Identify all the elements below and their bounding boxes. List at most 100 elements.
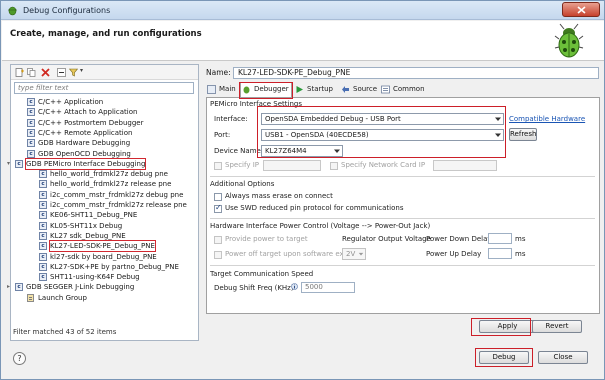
tree-item[interactable]: c kl27-sdk by board_Debug_PNE	[11, 252, 196, 262]
c-config-icon: c	[39, 231, 47, 240]
expand-arrow-icon[interactable]: ▾	[7, 159, 13, 167]
c-config-icon: c	[39, 262, 47, 271]
tree-item[interactable]: c C/C++ Attach to Application	[11, 107, 196, 117]
close-button[interactable]: Close	[538, 351, 588, 364]
collapse-arrow-icon[interactable]: ▸	[7, 282, 13, 290]
c-config-icon: c	[15, 283, 23, 292]
communication-speed-heading: Target Communication Speed	[210, 270, 314, 278]
voltage-select[interactable]: 2V	[342, 248, 366, 260]
c-config-icon: c	[39, 221, 47, 230]
tree-item-label: C/C++ Remote Application	[38, 128, 133, 137]
name-input[interactable]: KL27-LED-SDK-PE_Debug_PNE	[233, 67, 599, 79]
device-name-label: Device Name	[214, 147, 261, 155]
tree-item[interactable]: c C/C++ Postmortem Debugger	[11, 118, 196, 128]
tree-item[interactable]: c KL05-SHT11x Debug	[11, 221, 196, 231]
tree-item-label: C/C++ Application	[38, 98, 104, 106]
filter-status: Filter matched 43 of 52 items	[13, 328, 117, 336]
tree-item[interactable]: c i2c_comm_mstr_frdmkl27z debug pne	[11, 190, 196, 200]
name-label: Name:	[206, 68, 231, 77]
new-config-icon[interactable]	[15, 68, 24, 77]
regulator-voltage-label: Regulator Output Voltage	[342, 235, 431, 243]
specify-ip-checkbox[interactable]	[214, 162, 222, 170]
tree-item[interactable]: c KL27-LED-SDK-PE_Debug_PNE	[11, 240, 196, 253]
tree-item[interactable]: c C/C++ Remote Application	[11, 128, 196, 138]
close-window-button[interactable]	[562, 2, 600, 17]
interface-label: Interface:	[214, 115, 248, 123]
tree-item[interactable]: Launch Group	[11, 293, 196, 303]
c-config-icon: c	[39, 190, 47, 199]
tree-item[interactable]: c KL27 sdk_Debug_PNE	[11, 231, 196, 241]
c-config-icon: c	[39, 252, 47, 261]
c-config-icon: c	[27, 98, 35, 106]
tree-item-label: kl27-sdk by board_Debug_PNE	[50, 252, 157, 261]
tree-item[interactable]: c i2c_comm_mstr_frdmkl27z release pne	[11, 200, 196, 210]
c-config-icon: c	[39, 170, 47, 179]
tab-source-label: Source	[353, 85, 378, 93]
c-config-icon: c	[27, 118, 35, 127]
power-down-delay-label: Power Down Delay	[426, 235, 492, 243]
compatible-hardware-link[interactable]: Compatible Hardware	[509, 115, 585, 123]
tab-source[interactable]: Source	[340, 83, 380, 96]
tab-common[interactable]: Common	[380, 83, 430, 96]
tree-item-label: C/C++ Attach to Application	[38, 108, 138, 117]
filter-input[interactable]: type filter text	[14, 82, 194, 94]
specify-network-card-checkbox[interactable]	[330, 162, 338, 170]
tree-item[interactable]: c hello_world_frdmkl27z debug pne	[11, 169, 196, 179]
specify-network-card-label: Specify Network Card IP	[341, 161, 426, 169]
debug-button-highlight	[475, 348, 533, 367]
power-off-checkbox[interactable]	[214, 251, 222, 259]
debug-shift-freq-input[interactable]: 5000	[301, 282, 355, 293]
network-card-ip-input[interactable]	[433, 160, 497, 171]
power-up-delay-input[interactable]	[488, 248, 512, 259]
tree-item[interactable]: c SHT11-using-K64F Debug	[11, 272, 196, 282]
tree-item-label: SHT11-using-K64F Debug	[50, 273, 140, 282]
tab-main-label: Main	[219, 85, 236, 93]
c-config-icon: c	[27, 149, 35, 158]
debug-bug-icon	[554, 23, 584, 58]
c-config-icon: c	[27, 108, 35, 117]
filter-dropdown-icon[interactable]: ▾	[80, 67, 83, 74]
debug-bug-icon	[8, 6, 17, 16]
refresh-button[interactable]: Refresh	[509, 128, 537, 141]
help-icon[interactable]: ?	[13, 352, 26, 365]
power-control-heading: Hardware Interface Power Control (Voltag…	[210, 222, 431, 230]
tab-startup[interactable]: Startup	[294, 83, 340, 96]
provide-power-label: Provide power to target	[225, 235, 308, 243]
apply-button-highlight	[471, 318, 531, 336]
tree-item[interactable]: c GDB OpenOCD Debugging	[11, 149, 196, 159]
tree-item[interactable]: c hello_world_frdmkl27z release pne	[11, 179, 196, 189]
tree-item-label: KL05-SHT11x Debug	[50, 221, 123, 230]
tree-item-label: C/C++ Postmortem Debugger	[38, 118, 144, 127]
tree-item-label: GDB Hardware Debugging	[38, 139, 131, 148]
tree-toolbar: ▾	[11, 65, 198, 80]
delete-icon[interactable]	[41, 68, 50, 77]
port-label: Port:	[214, 131, 231, 139]
power-up-delay-label: Power Up Delay	[426, 250, 482, 258]
close-icon	[577, 6, 586, 14]
tree-item[interactable]: c GDB Hardware Debugging	[11, 138, 196, 148]
c-config-icon: c	[39, 273, 47, 282]
swd-checkbox[interactable]	[214, 203, 222, 213]
tree-item[interactable]: c KE06-SHT11_Debug_PNE	[11, 210, 196, 220]
collapse-all-icon[interactable]	[57, 68, 66, 77]
provide-power-checkbox[interactable]	[214, 236, 222, 244]
swd-label: Use SWD reduced pin protocol for communi…	[225, 204, 404, 212]
revert-button[interactable]: Revert	[532, 320, 582, 333]
power-down-delay-input[interactable]	[488, 233, 512, 244]
chevron-down-icon	[358, 252, 364, 256]
tree-item[interactable]: c C/C++ Application	[11, 97, 196, 107]
divider	[210, 265, 595, 266]
tree-item-label: GDB OpenOCD Debugging	[38, 149, 131, 158]
tree-item[interactable]: ▸ c GDB SEGGER J-Link Debugging	[7, 282, 196, 292]
duplicate-config-icon[interactable]	[27, 68, 36, 77]
ip-input[interactable]	[263, 160, 321, 171]
mass-erase-checkbox[interactable]	[214, 193, 222, 201]
power-off-label: Power off target upon software exit	[225, 250, 349, 258]
tree-item[interactable]: ▾ c GDB PEMicro Interface Debugging	[7, 157, 196, 170]
divider	[210, 176, 595, 177]
tab-main[interactable]: Main	[206, 83, 238, 96]
tree-item[interactable]: c KL27-SDK+PE by partno_Debug_PNE	[11, 262, 196, 272]
tree-item-label: i2c_comm_mstr_frdmkl27z debug pne	[50, 190, 184, 199]
debug-configurations-window: Debug Configurations Create, manage, and…	[0, 0, 605, 380]
filter-icon[interactable]	[69, 68, 78, 77]
